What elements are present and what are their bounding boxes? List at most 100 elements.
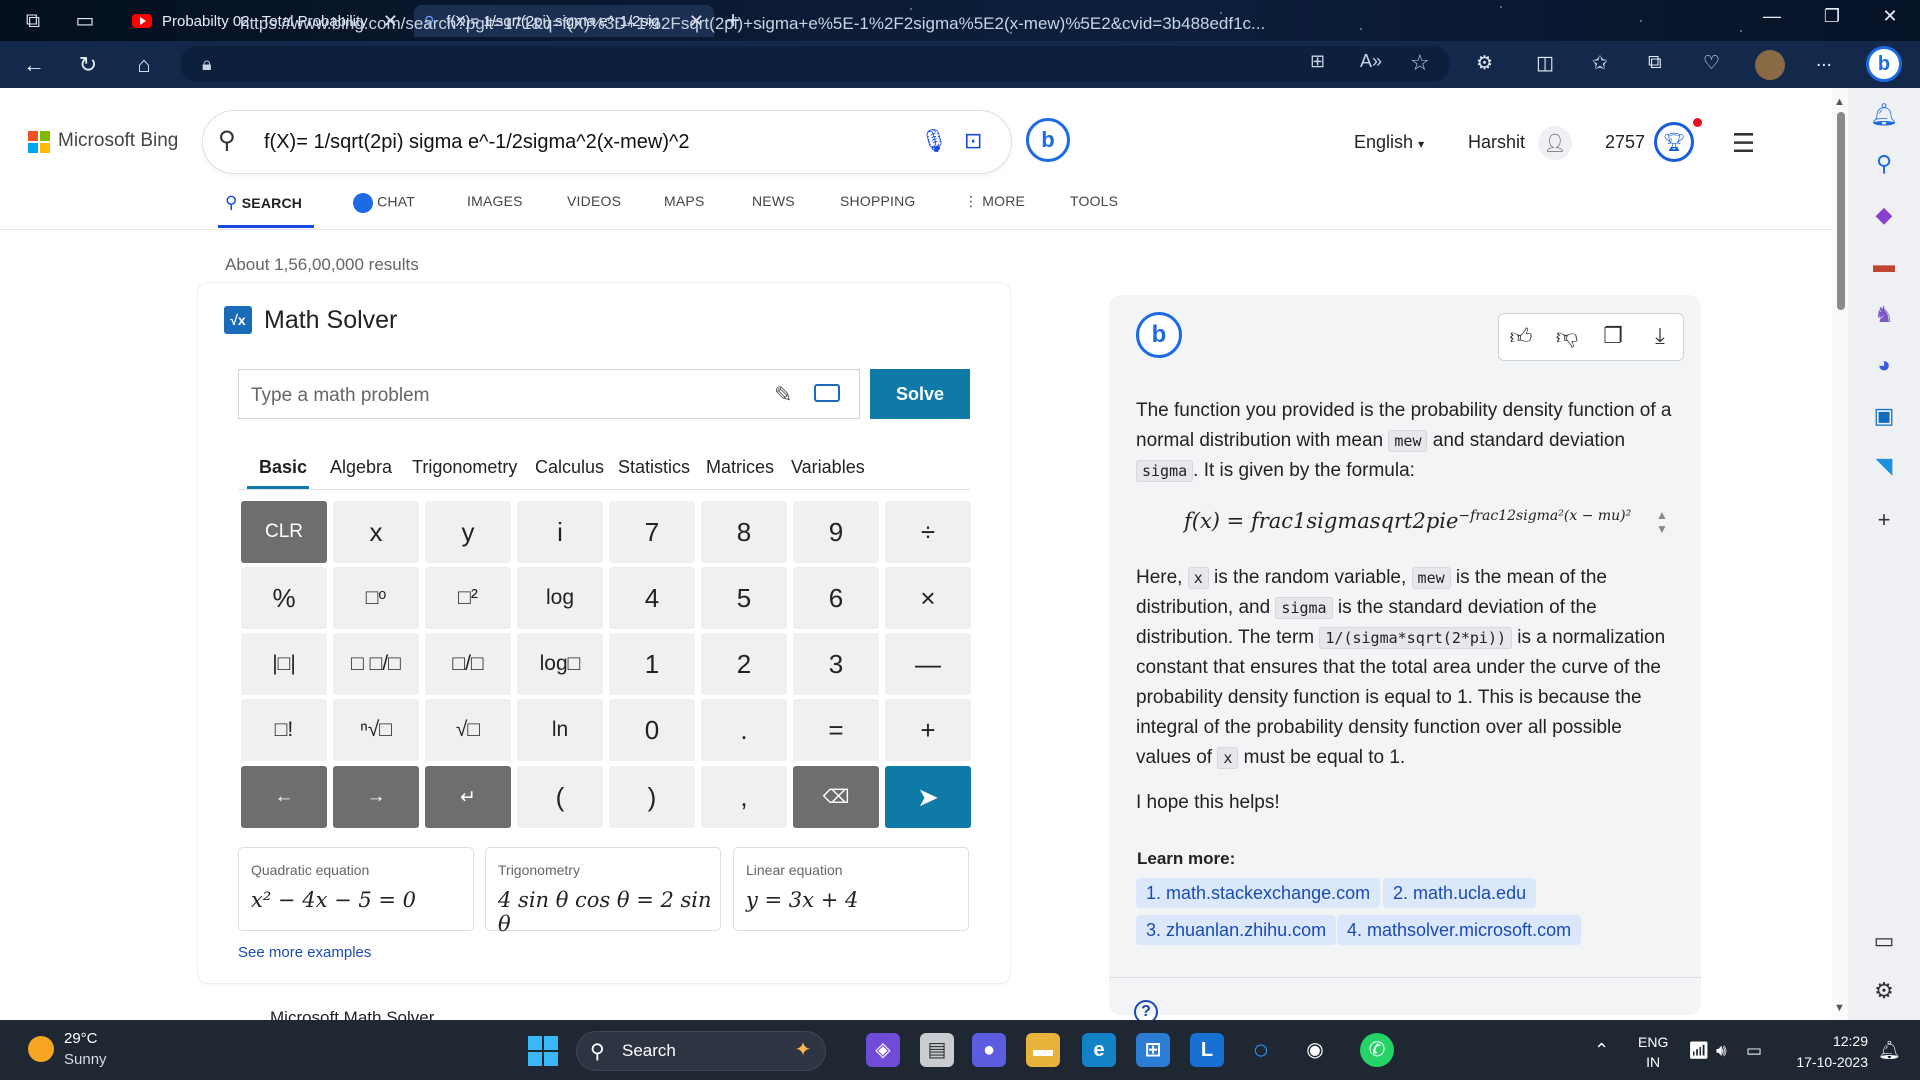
key-nth-root[interactable]: ⁿ√□ [333, 699, 419, 761]
key-ln[interactable]: ln [517, 699, 603, 761]
key-decimal[interactable]: . [701, 699, 787, 761]
speaker-icon[interactable]: 🔊︎ [1716, 1041, 1727, 1061]
trophy-icon[interactable]: 🏆︎ [1654, 122, 1694, 162]
key-submit[interactable]: ➤ [885, 766, 971, 828]
sidebar-toggle-icon[interactable]: ▭ [1870, 927, 1898, 955]
key-plus[interactable]: + [885, 699, 971, 761]
tab-algebra[interactable]: Algebra [330, 457, 392, 478]
thumbs-up-icon[interactable]: 👍︎ [1506, 323, 1536, 350]
key-log-base[interactable]: log□ [517, 633, 603, 695]
input-language[interactable]: ENG IN [1638, 1032, 1668, 1072]
key-digit-6[interactable]: 6 [793, 567, 879, 629]
key-percent[interactable]: % [241, 567, 327, 629]
key-log[interactable]: log [517, 567, 603, 629]
keyboard-icon[interactable] [814, 384, 840, 402]
tab-statistics[interactable]: Statistics [618, 457, 690, 478]
key-digit-0[interactable]: 0 [609, 699, 695, 761]
url-field[interactable] [180, 46, 1450, 82]
drop-icon[interactable]: ◥ [1870, 452, 1898, 480]
handwriting-icon[interactable]: ✎ [774, 382, 792, 408]
key-fraction[interactable]: □/□ [425, 633, 511, 695]
microsoft-store-icon[interactable]: ⊞ [1136, 1033, 1170, 1067]
browser-essentials-icon[interactable]: ♡ [1703, 52, 1720, 75]
home-icon[interactable]: ⌂ [128, 49, 160, 81]
see-more-examples-link[interactable]: See more examples [238, 944, 371, 961]
thumbs-down-icon[interactable]: 👎︎ [1552, 323, 1582, 350]
key-digit-1[interactable]: 1 [609, 633, 695, 695]
visual-search-icon[interactable]: ⊡ [964, 128, 982, 154]
tab-news[interactable]: NEWS [752, 193, 795, 209]
key-minus[interactable]: — [885, 633, 971, 695]
github-icon[interactable]: ◉ [1298, 1033, 1332, 1067]
cortana-icon[interactable]: ○ [1244, 1033, 1278, 1067]
search-highlight-icon[interactable]: ✦ [786, 1033, 820, 1067]
tab-chat[interactable]: CHAT [353, 193, 415, 213]
tab-videos[interactable]: VIDEOS [567, 193, 621, 209]
key-square-root[interactable]: √□ [425, 699, 511, 761]
settings-icon[interactable]: ⚙ [1870, 977, 1898, 1005]
refresh-icon[interactable]: ↻ [72, 49, 104, 81]
whatsapp-icon[interactable]: ✆ [1360, 1033, 1394, 1067]
tab-images[interactable]: IMAGES [467, 193, 523, 209]
key-digit-2[interactable]: 2 [701, 633, 787, 695]
games-icon[interactable]: ♞ [1870, 301, 1898, 329]
key-digit-7[interactable]: 7 [609, 501, 695, 563]
copilot-preview-icon[interactable]: ◈ [866, 1033, 900, 1067]
sun-icon[interactable] [28, 1036, 54, 1062]
search-input[interactable]: f(X)= 1/sqrt(2pi) sigma e^-1/2sigma^2(x-… [264, 131, 690, 154]
outlook-icon[interactable]: ▣ [1870, 402, 1898, 430]
taskbar-search-label[interactable]: Search [622, 1041, 676, 1061]
key-square[interactable]: □² [425, 567, 511, 629]
key-comma[interactable]: , [701, 766, 787, 828]
tab-basic[interactable]: Basic [259, 457, 307, 478]
key-divide[interactable]: ÷ [885, 501, 971, 563]
math-problem-placeholder[interactable]: Type a math problem [251, 385, 429, 407]
task-view-icon[interactable]: ▤ [920, 1033, 954, 1067]
copilot-sidebar-icon[interactable]: b [1866, 46, 1902, 82]
next-result-title[interactable]: Microsoft Math Solver [270, 1008, 434, 1020]
bing-brand[interactable]: Microsoft Bing [58, 130, 178, 152]
key-mixed-fraction[interactable]: □ □/□ [333, 633, 419, 695]
notifications-icon[interactable]: 🔔︎ [1878, 1040, 1901, 1061]
tab-calculus[interactable]: Calculus [535, 457, 604, 478]
tab-trigonometry[interactable]: Trigonometry [412, 457, 517, 478]
key-open-paren[interactable]: ( [517, 766, 603, 828]
battery-icon[interactable]: ▭ [1746, 1041, 1762, 1061]
read-aloud-icon[interactable]: A» [1360, 51, 1382, 72]
microsoft-logo[interactable] [28, 131, 50, 153]
key-digit-8[interactable]: 8 [701, 501, 787, 563]
source-link[interactable]: 1. math.stackexchange.com [1136, 878, 1381, 908]
example-trigonometry[interactable]: Trigonometry 4 sin θ cos θ = 2 sin θ [485, 847, 721, 936]
source-link[interactable]: 3. zhuanlan.zhihu.com [1136, 915, 1337, 945]
rewards-points[interactable]: 2757 [1605, 132, 1645, 153]
language-selector[interactable]: English ▾ [1354, 132, 1424, 153]
copilot-button[interactable]: b [1026, 118, 1070, 162]
file-explorer-icon[interactable]: ▬ [1026, 1033, 1060, 1067]
key-digit-9[interactable]: 9 [793, 501, 879, 563]
solve-button[interactable]: Solve [870, 369, 970, 419]
tab-variables[interactable]: Variables [791, 457, 865, 478]
chevron-up-icon[interactable]: ⌃ [1594, 1040, 1609, 1061]
bell-icon[interactable]: 🔔︎ [1870, 101, 1898, 129]
scroll-thumb[interactable] [1837, 112, 1845, 310]
split-screen-icon[interactable]: ◫ [1536, 52, 1554, 75]
favorites-icon[interactable]: ✩ [1592, 52, 1608, 75]
weather-condition[interactable]: Sunny [64, 1051, 107, 1068]
key-enter[interactable]: ↵ [425, 766, 511, 828]
user-name[interactable]: Harshit [1468, 132, 1525, 153]
example-quadratic[interactable]: Quadratic equation x² − 4x − 5 = 0 [238, 847, 474, 931]
tab-more[interactable]: ⋮ MORE [964, 193, 1025, 210]
key-backspace[interactable]: ⌫ [793, 766, 879, 828]
l-app-icon[interactable]: L [1190, 1033, 1224, 1067]
minimize-icon[interactable]: — [1752, 6, 1792, 27]
copy-icon[interactable]: ❐ [1598, 323, 1628, 349]
key-left-arrow[interactable]: ← [241, 766, 327, 828]
clock[interactable]: 12:29 17-10-2023 [1788, 1031, 1868, 1073]
tab-search[interactable]: ⚲ SEARCH [225, 193, 302, 213]
favorite-star-icon[interactable]: ☆ [1410, 50, 1430, 76]
edge-browser-icon[interactable]: e [1082, 1033, 1116, 1067]
key-close-paren[interactable]: ) [609, 766, 695, 828]
weather-temperature[interactable]: 29°C [64, 1030, 98, 1047]
tools-icon[interactable]: ▬ [1870, 251, 1898, 279]
user-icon[interactable]: 👤︎ [1538, 126, 1572, 160]
